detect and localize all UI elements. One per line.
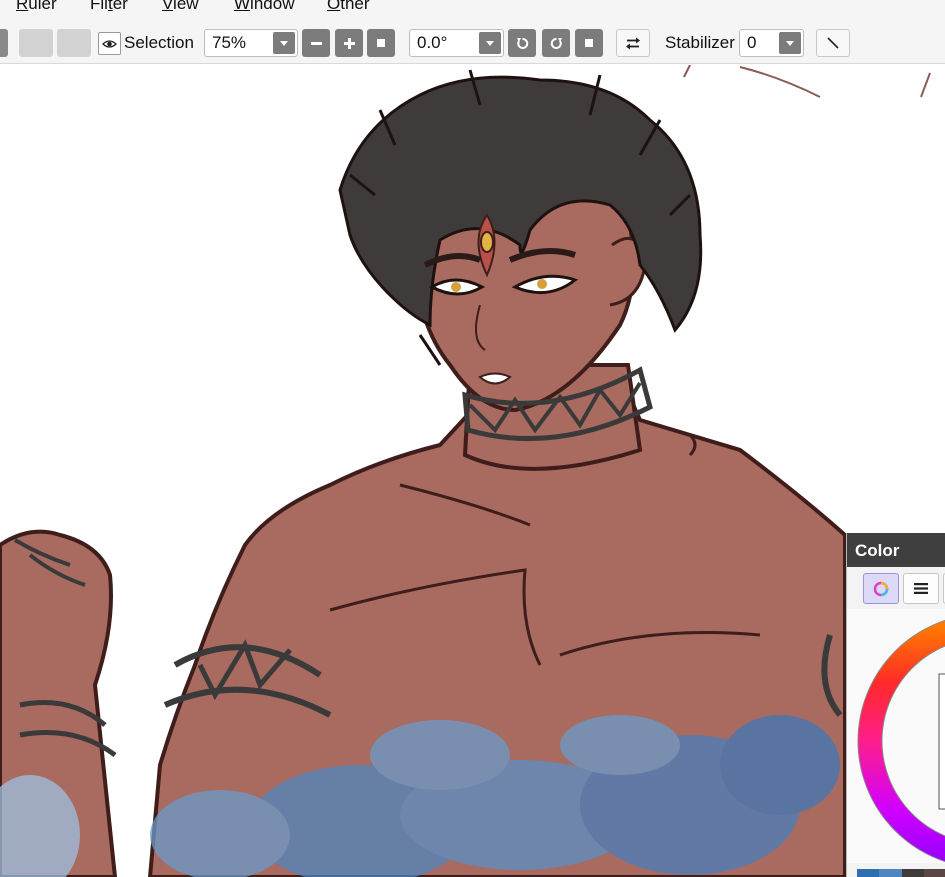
menu-filter[interactable]: Filter <box>90 0 128 14</box>
rotate-right-icon <box>550 37 562 49</box>
selection-label: Selection <box>124 33 194 52</box>
menu-window[interactable]: Window <box>234 0 294 14</box>
rotation-reset-button[interactable] <box>575 29 603 57</box>
hue-ring <box>857 619 945 863</box>
square-icon <box>585 39 593 47</box>
color-history-strip[interactable] <box>857 869 945 877</box>
rotate-left-icon <box>516 37 528 49</box>
chevron-down-icon <box>273 32 295 54</box>
zoom-value: 75% <box>212 33 247 52</box>
menu-filter-end: er <box>112 0 128 13</box>
flip-icon <box>626 37 640 49</box>
color-panel: Color <box>846 533 945 877</box>
toolbar: Selection 75% 0.0° Stabilizer 0 <box>0 14 945 64</box>
menu-ruler[interactable]: Ruler <box>16 0 57 14</box>
invert-selection-button[interactable] <box>57 29 91 57</box>
zoom-select[interactable]: 75% <box>204 29 298 57</box>
zoom-in-button[interactable] <box>335 29 363 57</box>
straight-line-button[interactable] <box>816 29 850 57</box>
eye-icon <box>102 39 117 48</box>
rotation-value: 0.0° <box>417 33 448 52</box>
history-swatch[interactable] <box>901 869 924 877</box>
menu-view-rest: iew <box>173 0 199 13</box>
stabilizer-value: 0 <box>747 33 757 52</box>
menu-other-rest: ther <box>340 0 370 13</box>
menu-ruler-rest: uler <box>28 0 57 13</box>
color-panel-title: Color <box>847 533 945 567</box>
menu-window-rest: indow <box>250 0 295 13</box>
history-swatch[interactable] <box>879 869 902 877</box>
color-wheel[interactable] <box>847 609 945 863</box>
square-icon <box>377 39 385 47</box>
chevron-down-icon <box>479 32 501 54</box>
list-icon <box>914 583 928 594</box>
zoom-out-button[interactable] <box>302 29 330 57</box>
partial-button[interactable] <box>0 29 8 57</box>
clear-selection-button[interactable] <box>19 29 53 57</box>
tab-color-wheel[interactable] <box>863 573 899 604</box>
stabilizer-label: Stabilizer <box>665 33 735 52</box>
color-panel-tabs <box>847 567 945 609</box>
menu-bar: Ruler Filter View Window Other <box>0 0 945 14</box>
artwork <box>0 65 931 877</box>
menu-view[interactable]: View <box>162 0 199 14</box>
chevron-down-icon <box>779 32 801 54</box>
drawing-canvas[interactable] <box>0 65 945 877</box>
stabilizer-select[interactable]: 0 <box>739 29 804 57</box>
tab-color-sliders[interactable] <box>903 573 939 604</box>
rotation-select[interactable]: 0.0° <box>409 29 504 57</box>
flip-horizontal-button[interactable] <box>616 29 650 57</box>
history-swatch[interactable] <box>923 869 945 877</box>
menu-other[interactable]: Other <box>327 0 370 14</box>
rotate-right-button[interactable] <box>542 29 570 57</box>
color-wheel-icon <box>873 581 889 596</box>
plus-icon <box>343 37 355 49</box>
menu-filter-rest: Fil <box>90 0 108 13</box>
history-swatch[interactable] <box>857 869 880 877</box>
line-icon <box>827 37 839 49</box>
minus-icon <box>310 41 322 45</box>
rotate-left-button[interactable] <box>508 29 536 57</box>
zoom-reset-button[interactable] <box>367 29 395 57</box>
selection-visibility-toggle[interactable] <box>98 32 121 55</box>
